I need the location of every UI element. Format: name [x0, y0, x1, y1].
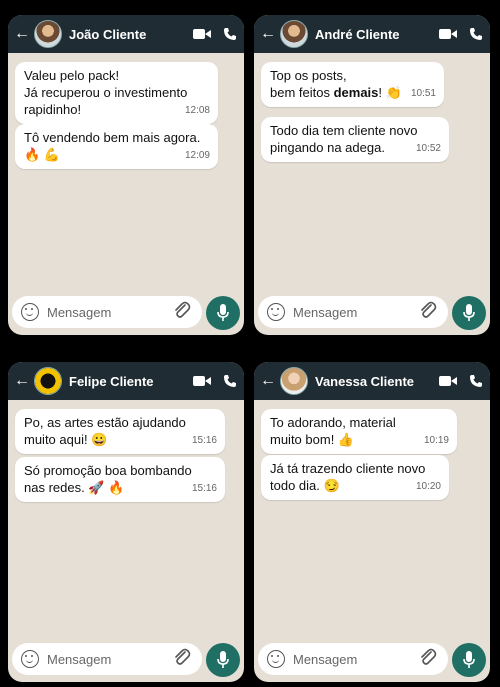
message-input[interactable]: Mensagem [258, 296, 448, 328]
chat-window-felipe: ← Felipe Cliente Po, as artes estão ajud… [8, 362, 244, 682]
microphone-icon[interactable] [206, 643, 240, 677]
message-list[interactable]: Valeu pelo pack! Já recuperou o investim… [8, 53, 244, 335]
message-time: 12:09 [184, 150, 210, 161]
arrow-left-icon[interactable]: ← [12, 25, 32, 43]
message-text: Todo dia tem cliente novo pingando na ad… [270, 123, 418, 155]
message-list[interactable]: Top os posts, bem feitos demais! 👏 10:51… [254, 53, 490, 335]
smiley-icon[interactable] [21, 303, 39, 321]
message-bubble[interactable]: Só promoção boa bombando nas redes. 🚀 🔥 … [15, 457, 225, 502]
phone-icon[interactable] [216, 27, 244, 41]
smiley-icon[interactable] [21, 650, 39, 668]
paperclip-icon[interactable] [418, 300, 440, 325]
message-input[interactable]: Mensagem [12, 643, 202, 675]
video-camera-icon[interactable] [434, 375, 462, 387]
message-input[interactable]: Mensagem [12, 296, 202, 328]
avatar[interactable] [280, 367, 308, 395]
video-camera-icon[interactable] [188, 28, 216, 40]
chat-window-vanessa: ← Vanessa Cliente To adorando, material … [254, 362, 490, 682]
avatar[interactable] [280, 20, 308, 48]
message-bubble[interactable]: Todo dia tem cliente novo pingando na ad… [261, 117, 449, 162]
message-text: Já tá trazendo cliente novo todo dia. 😏 [270, 461, 426, 493]
message-text: To adorando, material muito bom! 👍 [270, 415, 396, 447]
microphone-icon[interactable] [206, 296, 240, 330]
message-text: Po, as artes estão ajudando muito aqui! … [24, 415, 186, 447]
microphone-icon[interactable] [452, 296, 486, 330]
message-bubble[interactable]: Já tá trazendo cliente novo todo dia. 😏 … [261, 455, 449, 500]
message-time: 10:19 [423, 435, 449, 446]
contact-name[interactable]: Vanessa Cliente [315, 374, 434, 389]
paperclip-icon[interactable] [172, 300, 194, 325]
arrow-left-icon[interactable]: ← [258, 372, 278, 390]
input-placeholder: Mensagem [293, 304, 358, 320]
message-time: 12:08 [184, 105, 210, 116]
phone-icon[interactable] [216, 374, 244, 388]
message-bubble[interactable]: To adorando, material muito bom! 👍 10:19 [261, 409, 457, 454]
message-bubble[interactable]: Valeu pelo pack! Já recuperou o investim… [15, 62, 218, 124]
smiley-icon[interactable] [267, 650, 285, 668]
arrow-left-icon[interactable]: ← [12, 372, 32, 390]
message-bubble[interactable]: Top os posts, bem feitos demais! 👏 10:51 [261, 62, 444, 107]
message-text: Valeu pelo pack! Já recuperou o investim… [24, 68, 188, 117]
arrow-left-icon[interactable]: ← [258, 25, 278, 43]
paperclip-icon[interactable] [172, 647, 194, 672]
contact-name[interactable]: André Cliente [315, 27, 434, 42]
message-time: 15:16 [191, 435, 217, 446]
chat-header: ← João Cliente [8, 15, 244, 53]
message-list[interactable]: To adorando, material muito bom! 👍 10:19… [254, 400, 490, 682]
input-placeholder: Mensagem [293, 651, 358, 667]
input-placeholder: Mensagem [47, 304, 112, 320]
message-bubble[interactable]: Tô vendendo bem mais agora. 🔥 💪 12:09 [15, 124, 218, 169]
microphone-icon[interactable] [452, 643, 486, 677]
smiley-icon[interactable] [267, 303, 285, 321]
avatar[interactable] [34, 367, 62, 395]
paperclip-icon[interactable] [418, 647, 440, 672]
message-text: Tô vendendo bem mais agora. 🔥 💪 [24, 130, 201, 162]
message-input[interactable]: Mensagem [258, 643, 448, 675]
avatar[interactable] [34, 20, 62, 48]
chat-window-joao: ← João Cliente Valeu pelo pack! Já recup… [8, 15, 244, 335]
contact-name[interactable]: João Cliente [69, 27, 188, 42]
contact-name[interactable]: Felipe Cliente [69, 374, 188, 389]
message-text: Só promoção boa bombando nas redes. 🚀 🔥 [24, 463, 192, 495]
message-time: 15:16 [191, 483, 217, 494]
chat-header: ← Vanessa Cliente [254, 362, 490, 400]
message-time: 10:52 [415, 143, 441, 154]
message-time: 10:20 [415, 481, 441, 492]
chat-header: ← André Cliente [254, 15, 490, 53]
message-time: 10:51 [410, 88, 436, 99]
chat-header: ← Felipe Cliente [8, 362, 244, 400]
input-placeholder: Mensagem [47, 651, 112, 667]
chat-window-andre: ← André Cliente Top os posts, bem feitos… [254, 15, 490, 335]
phone-icon[interactable] [462, 374, 490, 388]
video-camera-icon[interactable] [434, 28, 462, 40]
phone-icon[interactable] [462, 27, 490, 41]
message-list[interactable]: Po, as artes estão ajudando muito aqui! … [8, 400, 244, 682]
message-bubble[interactable]: Po, as artes estão ajudando muito aqui! … [15, 409, 225, 454]
video-camera-icon[interactable] [188, 375, 216, 387]
